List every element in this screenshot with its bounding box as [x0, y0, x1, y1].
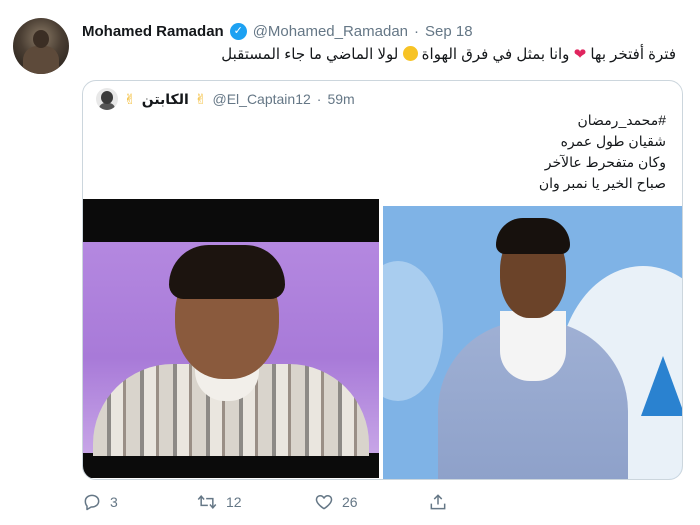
- share-icon: [430, 494, 446, 510]
- smile-emoji-icon: [402, 46, 418, 61]
- quoted-tweet[interactable]: ✌ الكابتن ✌ @El_Captain12 · 59m #محمد_رم…: [82, 80, 683, 480]
- victory-hand-icon: ✌: [124, 90, 136, 107]
- quoted-line-2: شقيان طول عمره: [560, 133, 666, 149]
- tweet-text-part2: وانا بمثل في فرق الهواة: [421, 46, 570, 63]
- reply-button[interactable]: 3: [82, 490, 118, 514]
- tweet-actions: 3 12 26: [82, 490, 482, 514]
- quoted-avatar-shirt: [99, 103, 115, 110]
- tweet-text-part3: لولا الماضي ما جاء المستقبل: [221, 46, 399, 63]
- author-display-name[interactable]: Mohamed Ramadan: [82, 23, 224, 40]
- tweet-header: Mohamed Ramadan ✓ @Mohamed_Ramadan · Sep…: [82, 20, 680, 42]
- quoted-tweet-header: ✌ الكابتن ✌ @El_Captain12 · 59m: [96, 87, 355, 111]
- quoted-line-4: صباح الخير يا نمبر وان: [538, 175, 666, 191]
- like-count: 26: [342, 494, 358, 510]
- quoted-hashtag[interactable]: #محمد_رمضان: [539, 110, 667, 131]
- quoted-avatar-face: [101, 91, 113, 104]
- author-avatar[interactable]: [13, 18, 69, 74]
- quoted-separator: ·: [316, 91, 322, 107]
- quoted-time[interactable]: 59m: [327, 91, 354, 107]
- like-button[interactable]: 26: [314, 490, 358, 514]
- quoted-author-handle[interactable]: @El_Captain12: [213, 91, 311, 107]
- avatar-figure-head: [33, 30, 49, 48]
- retweet-count: 12: [226, 494, 242, 510]
- header-separator: ·: [414, 22, 420, 40]
- tweet-card[interactable]: Mohamed Ramadan ✓ @Mohamed_Ramadan · Sep…: [0, 0, 700, 525]
- photo-left-hair: [169, 245, 285, 299]
- photo-right-logo-shape: [641, 356, 682, 416]
- victory-hand-icon-2: ✌: [194, 90, 207, 107]
- quoted-photo-left[interactable]: [83, 199, 379, 478]
- tweet-date[interactable]: Sep 18: [425, 23, 473, 40]
- quoted-tweet-text: #محمد_رمضان شقيان طول عمره وكان متفحرط ع…: [539, 110, 666, 194]
- quoted-author-avatar[interactable]: [96, 88, 118, 110]
- heart-emoji-icon: ❤: [573, 46, 587, 63]
- quoted-line-3: وكان متفحرط عالآخر: [544, 154, 666, 170]
- quoted-author-name[interactable]: الكابتن: [142, 91, 189, 108]
- photo-right-collar: [500, 311, 566, 381]
- author-handle[interactable]: @Mohamed_Ramadan: [253, 23, 408, 40]
- share-button[interactable]: [428, 490, 448, 514]
- quoted-photo-right[interactable]: [383, 206, 682, 479]
- verified-badge-icon: ✓: [229, 22, 247, 40]
- photo-right-bg-shape: [383, 261, 443, 401]
- retweet-icon: [197, 495, 217, 509]
- avatar-figure-body: [23, 46, 59, 74]
- tweet-text-part1: فترة أفتخر بها: [590, 46, 676, 63]
- photo-right-hair: [496, 218, 570, 254]
- retweet-button[interactable]: 12: [196, 490, 242, 514]
- like-icon: [315, 495, 333, 510]
- reply-icon: [84, 494, 100, 511]
- tweet-text: فترة أفتخر بها ❤ وانا بمثل في فرق الهواة…: [221, 45, 676, 63]
- reply-count: 3: [110, 494, 118, 510]
